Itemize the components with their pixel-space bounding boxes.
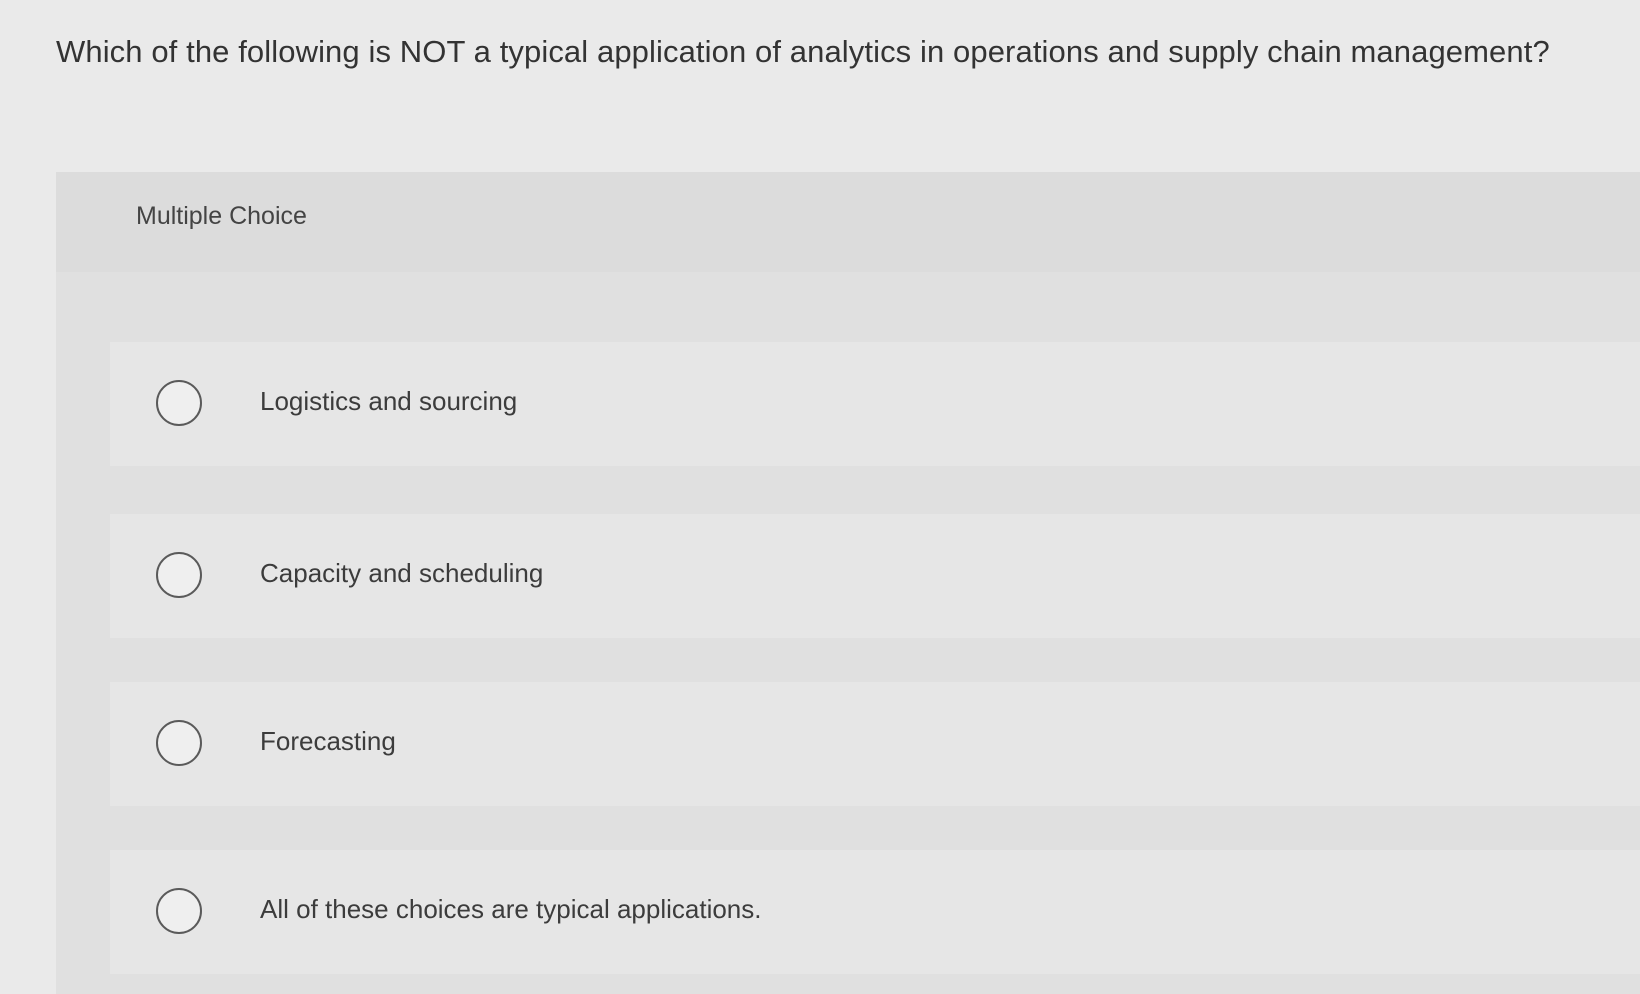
question-type-label: Multiple Choice <box>136 202 307 230</box>
answer-option-label: Forecasting <box>260 726 396 756</box>
panel-header: Multiple Choice <box>56 172 1640 272</box>
radio-button[interactable] <box>156 552 202 598</box>
radio-button[interactable] <box>156 380 202 426</box>
answer-option[interactable]: Logistics and sourcing <box>110 342 1640 466</box>
answer-panel: Multiple Choice Logistics and sourcing C… <box>56 172 1640 994</box>
answer-option-label: Capacity and scheduling <box>260 558 544 588</box>
question-text: Which of the following is NOT a typical … <box>56 34 1550 69</box>
radio-button[interactable] <box>156 720 202 766</box>
answer-option[interactable]: Capacity and scheduling <box>110 514 1640 638</box>
answer-option-label: Logistics and sourcing <box>260 386 518 416</box>
answer-option[interactable]: Forecasting <box>110 682 1640 806</box>
answer-option[interactable]: All of these choices are typical applica… <box>110 850 1640 974</box>
answer-option-label: All of these choices are typical applica… <box>260 894 762 924</box>
radio-button[interactable] <box>156 888 202 934</box>
